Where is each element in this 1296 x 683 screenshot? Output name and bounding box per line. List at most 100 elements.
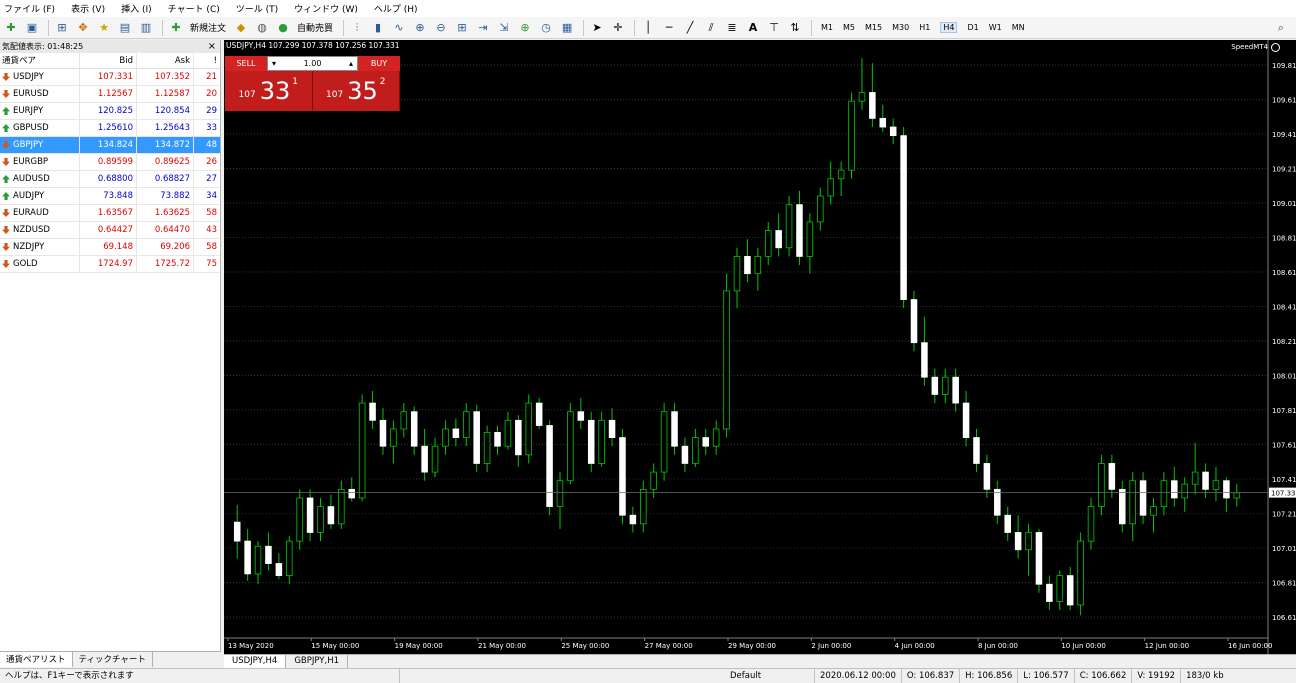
metaeditor-icon[interactable]: ◆ bbox=[232, 19, 250, 37]
menu-file[interactable]: ファイル (F) bbox=[4, 2, 55, 15]
horizontal-line-icon[interactable]: ─ bbox=[660, 19, 678, 37]
col-spread-header[interactable]: ! bbox=[194, 53, 220, 68]
market-watch-row[interactable]: EURUSD 1.12567 1.12587 20 bbox=[0, 86, 220, 103]
col-ask-header[interactable]: Ask bbox=[137, 53, 194, 68]
spread-cell: 29 bbox=[206, 106, 217, 116]
sell-button[interactable]: 107 33 1 bbox=[225, 71, 313, 111]
col-symbol-header[interactable]: 通貨ペア bbox=[0, 53, 80, 68]
new-order-button[interactable]: 新規注文 bbox=[190, 21, 226, 34]
tab-tick-chart[interactable]: ティックチャート bbox=[73, 652, 153, 667]
ask-cell: 73.882 bbox=[137, 188, 194, 204]
new-order-icon[interactable]: ✚ bbox=[167, 19, 185, 37]
tab-symbols[interactable]: 通貨ペアリスト bbox=[0, 652, 73, 667]
symbol-cell: EURGBP bbox=[0, 154, 80, 170]
symbol-name: NZDJPY bbox=[13, 241, 45, 252]
spread-cell: 33 bbox=[206, 123, 217, 133]
channel-icon[interactable]: ⫽ bbox=[702, 19, 720, 37]
x-tick-label: 25 May 00:00 bbox=[561, 642, 609, 650]
market-watch-row[interactable]: EURAUD 1.63567 1.63625 58 bbox=[0, 205, 220, 222]
market-watch-rows: USDJPY 107.331 107.352 21 EURUSD 1.12567 1.125… bbox=[0, 69, 220, 273]
timeframe-m1[interactable]: M1 bbox=[821, 23, 833, 32]
timeframe-h4[interactable]: H4 bbox=[940, 22, 958, 33]
vertical-line-icon[interactable]: │ bbox=[639, 19, 657, 37]
market-watch-row[interactable]: NZDUSD 0.64427 0.64470 43 bbox=[0, 222, 220, 239]
lot-size-input[interactable]: ▾ 1.00 ▴ bbox=[267, 56, 358, 71]
fibonacci-icon[interactable]: ≣ bbox=[723, 19, 741, 37]
market-watch-row[interactable]: GBPUSD 1.25610 1.25643 33 bbox=[0, 120, 220, 137]
current-price-label: 107.331 bbox=[1271, 490, 1296, 498]
globe-icon[interactable]: ◍ bbox=[253, 19, 271, 37]
search-icon[interactable]: ⌕ bbox=[1272, 19, 1290, 37]
timeframe-m15[interactable]: M15 bbox=[865, 23, 882, 32]
crosshair-icon[interactable]: ✛ bbox=[609, 19, 627, 37]
auto-trade-icon[interactable]: ● bbox=[274, 19, 292, 37]
profiles-icon[interactable]: ▣ bbox=[23, 19, 41, 37]
bar-chart-icon[interactable]: ⫶ bbox=[348, 19, 366, 37]
col-bid-header[interactable]: Bid bbox=[80, 53, 137, 68]
indicators-icon[interactable]: ⊕ bbox=[516, 19, 534, 37]
market-watch-row[interactable]: EURGBP 0.89599 0.89625 26 bbox=[0, 154, 220, 171]
cursor-icon[interactable]: ➤ bbox=[588, 19, 606, 37]
market-watch-row[interactable]: GOLD 1724.97 1725.72 75 bbox=[0, 256, 220, 273]
lot-down-icon[interactable]: ▾ bbox=[272, 59, 276, 68]
buy-label[interactable]: BUY bbox=[358, 56, 400, 71]
candle-chart-icon[interactable]: ▮ bbox=[369, 19, 387, 37]
timeframe-d1[interactable]: D1 bbox=[967, 23, 978, 32]
market-watch-row[interactable]: USDJPY 107.331 107.352 21 bbox=[0, 69, 220, 86]
candle-body bbox=[567, 411, 574, 482]
trendline-icon[interactable]: ╱ bbox=[681, 19, 699, 37]
menu-view[interactable]: 表示 (V) bbox=[71, 2, 105, 15]
tile-windows-icon[interactable]: ⊞ bbox=[453, 19, 471, 37]
close-icon[interactable]: × bbox=[208, 40, 216, 53]
buy-button[interactable]: 107 35 2 bbox=[312, 71, 400, 111]
autoscroll-icon[interactable]: ⇲ bbox=[495, 19, 513, 37]
lot-up-icon[interactable]: ▴ bbox=[349, 59, 353, 68]
timeframe-h1[interactable]: H1 bbox=[919, 23, 930, 32]
candle-body bbox=[817, 195, 824, 223]
menu-help[interactable]: ヘルプ (H) bbox=[374, 2, 418, 15]
chart-window[interactable]: 109.81 109.61 109.41 109.21 109.01 108.81 108.… bbox=[224, 40, 1296, 654]
zoom-out-icon[interactable]: ⊖ bbox=[432, 19, 450, 37]
chart-shift-icon[interactable]: ⇥ bbox=[474, 19, 492, 37]
zoom-in-icon[interactable]: ⊕ bbox=[411, 19, 429, 37]
candle-body bbox=[587, 419, 595, 464]
menu-tools[interactable]: ツール (T) bbox=[236, 2, 278, 15]
candle-body bbox=[1056, 575, 1064, 602]
periods-icon[interactable]: ◷ bbox=[537, 19, 555, 37]
line-chart-icon[interactable]: ∿ bbox=[390, 19, 408, 37]
market-watch-row[interactable]: EURJPY 120.825 120.854 29 bbox=[0, 103, 220, 120]
menu-insert[interactable]: 挿入 (I) bbox=[121, 2, 152, 15]
sell-label[interactable]: SELL bbox=[225, 56, 267, 71]
new-chart-icon[interactable]: ✚ bbox=[2, 19, 20, 37]
terminal-icon[interactable]: ▤ bbox=[116, 19, 134, 37]
market-watch-row[interactable]: NZDJPY 69.148 69.206 58 bbox=[0, 239, 220, 256]
candle-body bbox=[1202, 471, 1209, 490]
timeframe-mn[interactable]: MN bbox=[1012, 23, 1025, 32]
text-tool-icon[interactable]: A bbox=[744, 19, 762, 37]
market-watch-row[interactable]: AUDUSD 0.68800 0.68827 27 bbox=[0, 171, 220, 188]
candle-body bbox=[1118, 488, 1126, 525]
menu-chart[interactable]: チャート (C) bbox=[168, 2, 220, 15]
tester-icon[interactable]: ▥ bbox=[137, 19, 155, 37]
symbol-cell: EURJPY bbox=[0, 103, 80, 119]
market-watch-icon[interactable]: ⊞ bbox=[53, 19, 71, 37]
x-tick-label: 15 May 00:00 bbox=[311, 642, 359, 650]
timeframe-m5[interactable]: M5 bbox=[843, 23, 855, 32]
favorites-icon[interactable]: ★ bbox=[95, 19, 113, 37]
tab-chart-gbpjpy[interactable]: GBPJPY,H1 bbox=[286, 655, 348, 668]
tab-chart-usdjpy[interactable]: USDJPY,H4 bbox=[224, 655, 287, 668]
market-watch-row[interactable]: AUDJPY 73.848 73.882 34 bbox=[0, 188, 220, 205]
templates-icon[interactable]: ▦ bbox=[558, 19, 576, 37]
arrow-up-icon bbox=[2, 192, 10, 200]
candle-body bbox=[796, 204, 803, 257]
auto-trade-button[interactable]: 自動売買 bbox=[297, 21, 333, 34]
timeframe-m30[interactable]: M30 bbox=[892, 23, 909, 32]
timeframe-w1[interactable]: W1 bbox=[989, 23, 1002, 32]
ask-cell: 1.25643 bbox=[137, 120, 194, 136]
menu-window[interactable]: ウィンドウ (W) bbox=[294, 2, 358, 15]
label-tool-icon[interactable]: ⊤ bbox=[765, 19, 783, 37]
navigator-icon[interactable]: ✥ bbox=[74, 19, 92, 37]
market-watch-row[interactable]: GBPJPY 134.824 134.872 48 bbox=[0, 137, 220, 154]
arrows-icon[interactable]: ⇅ bbox=[786, 19, 804, 37]
symbol-cell: GBPUSD bbox=[0, 120, 80, 136]
